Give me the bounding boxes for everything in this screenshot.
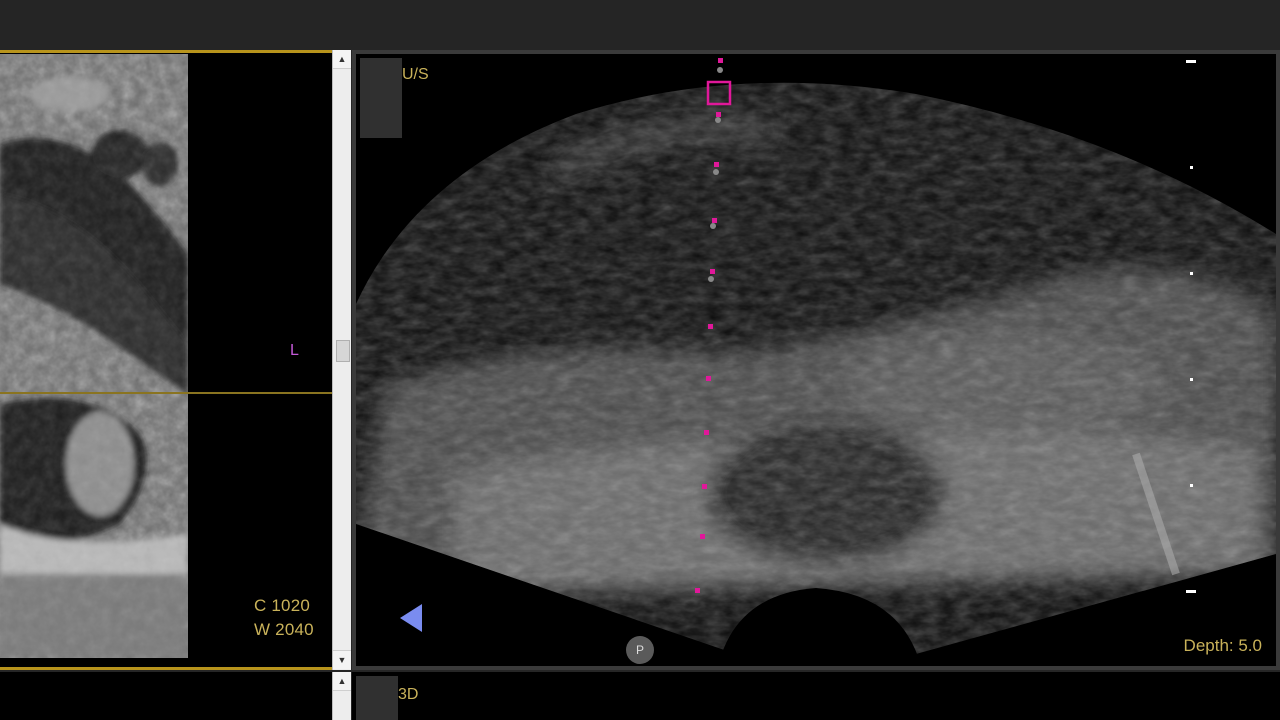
scroll-thumb[interactable] xyxy=(336,340,350,362)
mri-frame-bottom xyxy=(0,667,332,670)
orientation-marker: L xyxy=(290,342,299,359)
mri-frame-top xyxy=(0,50,332,53)
vertical-scrollbar[interactable]: ▲ ▼ xyxy=(332,50,351,670)
top-toolbar xyxy=(0,0,1280,50)
scroll-up-arrow-icon[interactable]: ▲ xyxy=(333,672,351,691)
crosshair-line[interactable] xyxy=(0,392,332,394)
window-center-readout: C 1020 xyxy=(254,596,311,615)
3d-viewport[interactable]: 3D xyxy=(352,672,1280,720)
target-marker[interactable] xyxy=(706,80,732,106)
probe-marker-icon: P xyxy=(626,636,654,664)
triangle-left-icon[interactable] xyxy=(396,600,424,636)
viewport-tab[interactable] xyxy=(360,58,402,138)
scroll-down-arrow-icon[interactable]: ▼ xyxy=(333,650,351,669)
lower-scrollbar[interactable]: ▲ xyxy=(332,672,351,720)
ultrasound-viewport[interactable]: U/S P Depth: 5.0 xyxy=(356,54,1276,666)
scroll-up-arrow-icon[interactable]: ▲ xyxy=(333,50,351,69)
mri-image xyxy=(0,54,188,658)
viewport-label: U/S xyxy=(402,66,429,83)
needle-guide-overlay xyxy=(695,58,732,593)
window-width-readout: W 2040 xyxy=(254,620,314,639)
viewport-label: 3D xyxy=(398,686,419,703)
lower-left-viewport[interactable] xyxy=(0,672,332,720)
viewport-tab[interactable] xyxy=(356,676,398,720)
mri-viewport[interactable]: L C 1020 W 2040 xyxy=(0,50,332,670)
depth-readout: Depth: 5.0 xyxy=(1183,636,1262,655)
ultrasound-panel: U/S P Depth: 5.0 xyxy=(352,50,1280,670)
